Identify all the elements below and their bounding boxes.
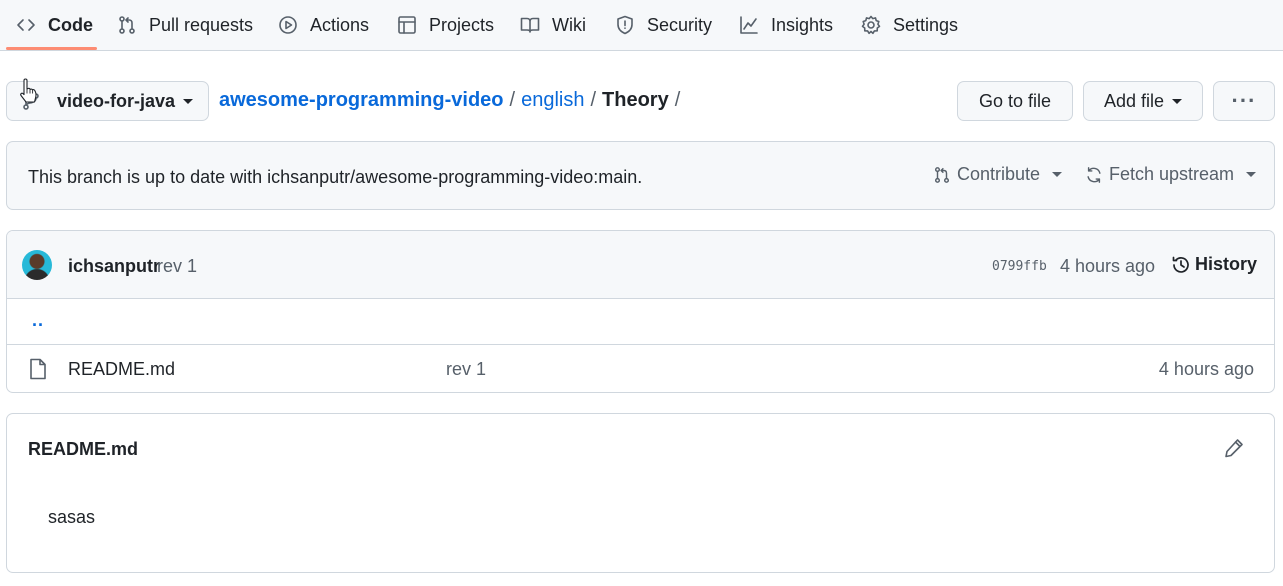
history-label: History xyxy=(1195,254,1258,274)
commit-time: 4 hours ago xyxy=(1060,256,1156,276)
breadcrumb-separator: / xyxy=(674,89,681,111)
breadcrumb-folder-link[interactable]: english xyxy=(521,89,584,112)
go-to-file-label: Go to file xyxy=(978,90,1052,111)
git-pull-request-icon xyxy=(934,166,950,183)
tab-security[interactable]: Security xyxy=(615,0,712,50)
file-browser: ichsanputr rev 1 0799ffb 4 hours ago His… xyxy=(6,230,1275,393)
tab-pull-requests[interactable]: Pull requests xyxy=(117,0,253,50)
table-row[interactable]: README.md rev 1 4 hours ago xyxy=(7,345,1274,392)
go-to-file-button[interactable]: Go to file xyxy=(957,81,1073,121)
tab-security-label: Security xyxy=(647,14,713,35)
breadcrumb-separator: / xyxy=(590,89,597,111)
breadcrumb-repo-link[interactable]: awesome-programming-video xyxy=(219,89,504,112)
code-icon xyxy=(17,19,35,31)
latest-commit-bar: ichsanputr rev 1 0799ffb 4 hours ago His… xyxy=(7,231,1274,299)
branch-name: video-for-java xyxy=(57,90,176,111)
git-pull-request-icon xyxy=(119,16,135,34)
file-name-link[interactable]: README.md xyxy=(68,359,175,380)
chevron-down-icon xyxy=(1172,98,1183,104)
tab-code-label: Code xyxy=(48,14,93,35)
file-commit-time: 4 hours ago xyxy=(1158,359,1254,379)
contribute-label: Contribute xyxy=(957,164,1041,184)
fetch-upstream-dropdown[interactable]: Fetch upstream xyxy=(1085,164,1257,185)
gear-icon xyxy=(861,15,881,35)
commit-author-link[interactable]: ichsanputr xyxy=(68,256,160,277)
branch-status-box: This branch is up to date with ichsanput… xyxy=(6,141,1275,210)
breadcrumb: awesome-programming-video / english / Th… xyxy=(219,89,686,112)
tab-actions-label: Actions xyxy=(310,14,370,35)
history-link[interactable]: History xyxy=(1171,254,1257,275)
graph-icon xyxy=(740,16,758,34)
commit-message[interactable]: rev 1 xyxy=(157,256,197,277)
breadcrumb-separator: / xyxy=(509,89,516,111)
tab-projects-label: Projects xyxy=(429,14,495,35)
add-file-button[interactable]: Add file xyxy=(1083,81,1203,121)
avatar[interactable] xyxy=(22,250,52,280)
hand-cursor-icon xyxy=(20,78,37,103)
chevron-down-icon xyxy=(1052,172,1063,177)
tab-insights-label: Insights xyxy=(771,14,834,35)
tab-wiki-label: Wiki xyxy=(552,14,586,35)
table-icon xyxy=(398,16,416,34)
tab-settings-label: Settings xyxy=(893,14,959,35)
breadcrumb-current: Theory xyxy=(602,89,669,111)
file-commit-message[interactable]: rev 1 xyxy=(446,359,486,380)
tab-insights[interactable]: Insights xyxy=(739,0,833,50)
chevron-down-icon xyxy=(1246,172,1257,177)
tab-projects[interactable]: Projects xyxy=(397,0,494,50)
file-icon xyxy=(28,358,48,380)
add-file-label: Add file xyxy=(1103,90,1165,111)
tab-pull-requests-label: Pull requests xyxy=(149,14,254,35)
sync-icon xyxy=(1087,166,1101,183)
branch-status-text: This branch is up to date with ichsanput… xyxy=(28,167,643,187)
commit-sha-link[interactable]: 0799ffb xyxy=(992,259,1047,274)
tab-code[interactable]: Code xyxy=(16,0,93,50)
tab-settings[interactable]: Settings xyxy=(861,0,958,50)
readme-title[interactable]: README.md xyxy=(28,439,138,460)
chevron-down-icon xyxy=(183,98,194,104)
parent-directory-link[interactable]: .. xyxy=(32,310,44,331)
readme-box: README.md sasas xyxy=(6,413,1275,573)
kebab-icon: ··· xyxy=(1231,88,1257,113)
tab-actions[interactable]: Actions xyxy=(278,0,369,50)
history-icon xyxy=(1172,256,1189,273)
parent-directory-row[interactable]: .. xyxy=(7,299,1274,345)
fetch-upstream-label: Fetch upstream xyxy=(1109,164,1235,184)
play-icon xyxy=(279,16,297,34)
selected-tab-underline xyxy=(6,47,97,50)
readme-content: sasas xyxy=(48,507,96,527)
contribute-dropdown[interactable]: Contribute xyxy=(933,164,1063,185)
pencil-icon[interactable] xyxy=(1223,437,1245,459)
shield-icon xyxy=(617,15,633,35)
tab-wiki[interactable]: Wiki xyxy=(520,0,586,50)
more-options-button[interactable]: ··· xyxy=(1213,81,1275,121)
repo-nav: Code Pull requests Actions Projects Wiki… xyxy=(0,0,1283,51)
book-icon xyxy=(520,17,540,33)
